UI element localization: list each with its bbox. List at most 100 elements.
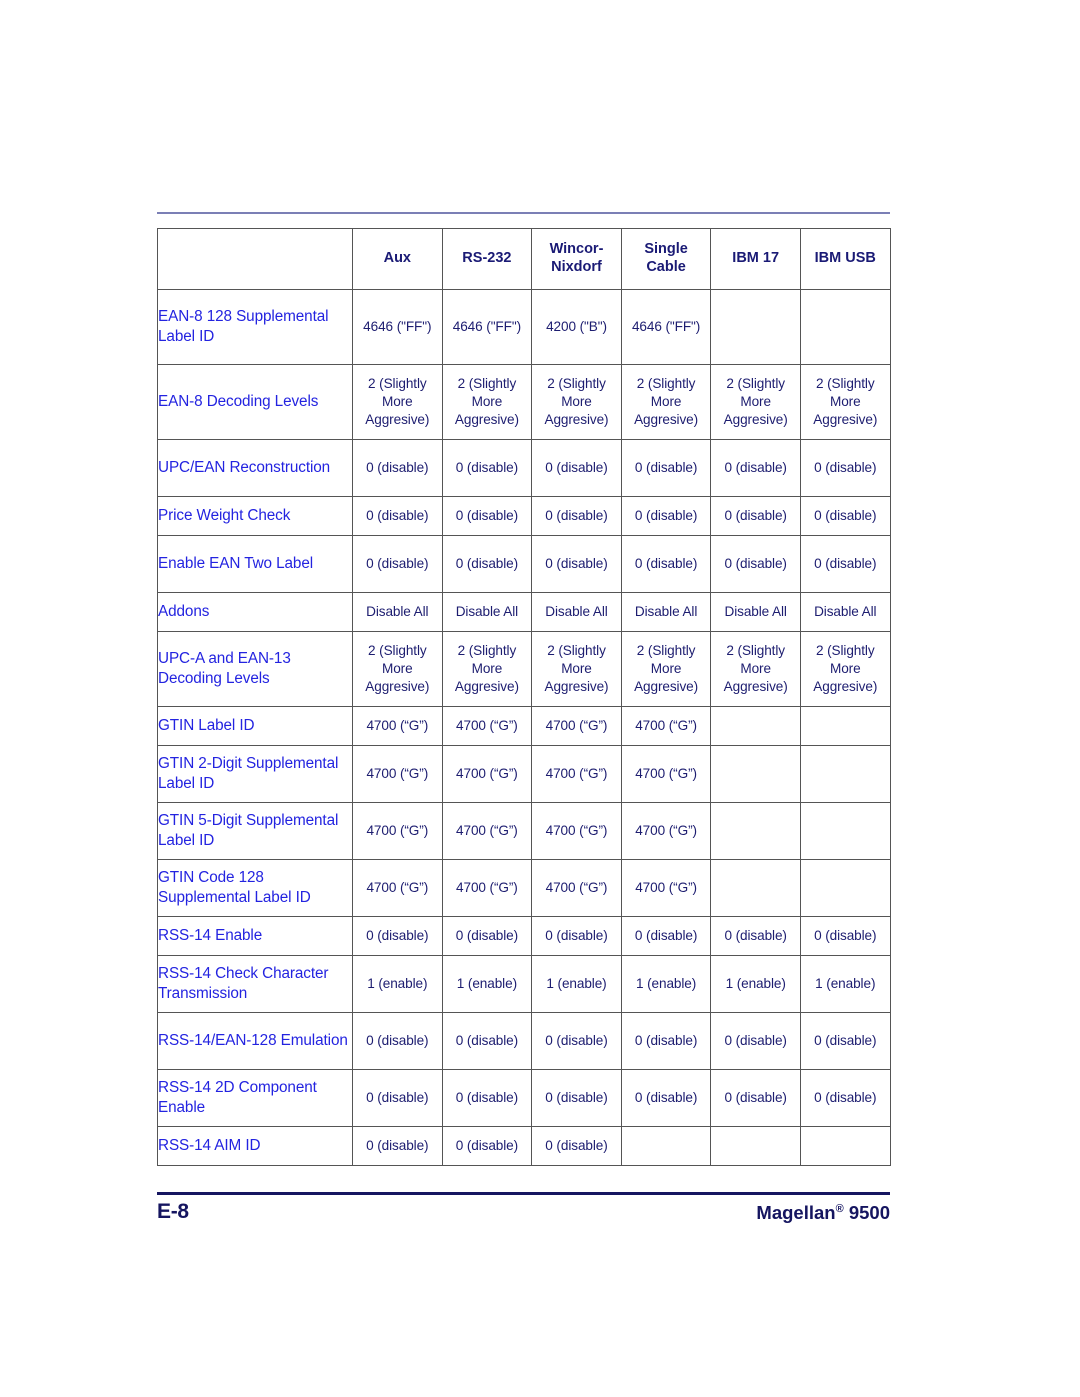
header-line-1: IBM 17 (732, 250, 780, 267)
cell-value: 4700 (“G”) (352, 745, 443, 803)
cell-value: 0 (disable) (799, 439, 891, 497)
table-row: Price Weight Check 0 (disable) 0 (disable)… (157, 496, 891, 536)
header-line-1: RS-232 (462, 250, 512, 267)
cell-value: 0 (disable) (352, 439, 443, 497)
cell-value: 4700 (“G”) (441, 802, 533, 860)
cell-value (620, 1126, 712, 1166)
cell-value: 0 (disable) (710, 496, 801, 536)
cell-value: Disable All (710, 592, 801, 632)
cell-value: 2 (Slightly More Aggresive) (620, 364, 712, 440)
header-line-1: Wincor- (549, 241, 604, 258)
table-row: GTIN Label ID 4700 (“G”) 4700 (“G”) 4700 (“… (157, 706, 891, 746)
product-brand: Magellan (756, 1202, 836, 1223)
cell-value: 0 (disable) (531, 535, 622, 593)
header-cell-4: Single Cable (620, 228, 712, 290)
row-label: UPC/EAN Reconstruction (157, 439, 353, 497)
header-cell-6: IBM USB (799, 228, 891, 290)
cell-value: 0 (disable) (799, 496, 891, 536)
cell-value: 0 (disable) (620, 535, 712, 593)
row-label: EAN-8 Decoding Levels (157, 364, 353, 440)
row-label: RSS-14 Enable (157, 916, 353, 956)
cell-value: 0 (disable) (799, 1069, 891, 1127)
cell-value: 4700 (“G”) (531, 859, 622, 917)
cell-value (799, 859, 891, 917)
cell-value: 4700 (“G”) (441, 706, 533, 746)
cell-value: 4646 ("FF") (620, 289, 712, 365)
cell-value: 0 (disable) (441, 916, 533, 956)
row-label: GTIN 2-Digit Supplemental Label ID (157, 745, 353, 803)
cell-value: 1 (enable) (531, 955, 622, 1013)
header-row: Aux RS-232 Wincor- Nixdorf Single Cable IBM 17… (157, 228, 891, 290)
cell-value: Disable All (352, 592, 443, 632)
row-label: EAN-8 128 Supplemental Label ID (157, 289, 353, 365)
header-line-1: Single (644, 241, 688, 258)
cell-value: 2 (Slightly More Aggresive) (799, 631, 891, 707)
registered-mark-icon: ® (835, 1202, 844, 1215)
table-header: Aux RS-232 Wincor- Nixdorf Single Cable IBM 17… (157, 228, 891, 290)
cell-value: 2 (Slightly More Aggresive) (352, 364, 443, 440)
table-row: Addons Disable All Disable All Disable All D… (157, 592, 891, 632)
table-row: GTIN 2-Digit Supplemental Label ID 4700 (… (157, 745, 891, 803)
cell-value: 0 (disable) (441, 1012, 533, 1070)
header-cell-5: IBM 17 (710, 228, 801, 290)
cell-value: 0 (disable) (620, 496, 712, 536)
row-label: RSS-14 AIM ID (157, 1126, 353, 1166)
header-line-1: IBM USB (814, 250, 876, 267)
cell-value: 0 (disable) (531, 1069, 622, 1127)
cell-value: 2 (Slightly More Aggresive) (710, 631, 801, 707)
cell-value: 2 (Slightly More Aggresive) (531, 364, 622, 440)
cell-value (799, 1126, 891, 1166)
table-row: RSS-14 AIM ID 0 (disable) 0 (disable) 0 (di… (157, 1126, 891, 1166)
header-line-2: Cable (646, 259, 686, 275)
cell-value: 4646 ("FF") (441, 289, 533, 365)
row-label: RSS-14/EAN-128 Emulation (157, 1012, 353, 1070)
table-row: GTIN 5-Digit Supplemental Label ID 4700 (… (157, 802, 891, 860)
cell-value: 2 (Slightly More Aggresive) (620, 631, 712, 707)
cell-value: 2 (Slightly More Aggresive) (441, 631, 533, 707)
cell-value: 0 (disable) (799, 1012, 891, 1070)
cell-value: 4700 (“G”) (441, 745, 533, 803)
document-page: Aux RS-232 Wincor- Nixdorf Single Cable IBM 17… (0, 0, 1080, 1397)
cell-value: 4700 (“G”) (620, 745, 712, 803)
cell-value: 0 (disable) (531, 496, 622, 536)
cell-value: 1 (enable) (620, 955, 712, 1013)
cell-value: 0 (disable) (441, 1069, 533, 1127)
cell-value: 4700 (“G”) (352, 802, 443, 860)
row-label: Enable EAN Two Label (157, 535, 353, 593)
cell-value: 0 (disable) (620, 1012, 712, 1070)
cell-value: 0 (disable) (710, 916, 801, 956)
cell-value: Disable All (799, 592, 891, 632)
cell-value: 4700 (“G”) (352, 859, 443, 917)
cell-value: 4700 (“G”) (531, 802, 622, 860)
cell-value: 0 (disable) (531, 439, 622, 497)
header-line-2: Nixdorf (551, 259, 602, 275)
footer-rule (157, 1192, 890, 1195)
cell-value: 0 (disable) (531, 1126, 622, 1166)
cell-value (710, 859, 801, 917)
cell-value (710, 745, 801, 803)
cell-value: 0 (disable) (710, 1012, 801, 1070)
page-footer: E-8 Magellan® 9500 (157, 1200, 890, 1230)
row-label: UPC-A and EAN-13 Decoding Levels (157, 631, 353, 707)
cell-value: 0 (disable) (799, 535, 891, 593)
row-label: Price Weight Check (157, 496, 353, 536)
table-row: UPC-A and EAN-13 Decoding Levels 2 (Sligh… (157, 631, 891, 707)
cell-value: 2 (Slightly More Aggresive) (799, 364, 891, 440)
table-row: RSS-14 Enable 0 (disable) 0 (disable) 0 (di… (157, 916, 891, 956)
cell-value (799, 289, 891, 365)
cell-value: 4646 ("FF") (352, 289, 443, 365)
cell-value: 0 (disable) (710, 535, 801, 593)
product-name: Magellan® 9500 (756, 1202, 890, 1224)
cell-value: 0 (disable) (710, 439, 801, 497)
table-row: EAN-8 Decoding Levels 2 (Slightly More Ag… (157, 364, 891, 440)
interface-defaults-table: Aux RS-232 Wincor- Nixdorf Single Cable IBM 17… (157, 228, 891, 1166)
product-model: 9500 (848, 1202, 890, 1223)
cell-value: 0 (disable) (531, 1012, 622, 1070)
table-row: GTIN Code 128 Supplemental Label ID 4700 … (157, 859, 891, 917)
cell-value: Disable All (531, 592, 622, 632)
row-label: GTIN Label ID (157, 706, 353, 746)
cell-value: 2 (Slightly More Aggresive) (352, 631, 443, 707)
cell-value: 0 (disable) (352, 496, 443, 536)
cell-value: 0 (disable) (352, 916, 443, 956)
cell-value (710, 1126, 801, 1166)
